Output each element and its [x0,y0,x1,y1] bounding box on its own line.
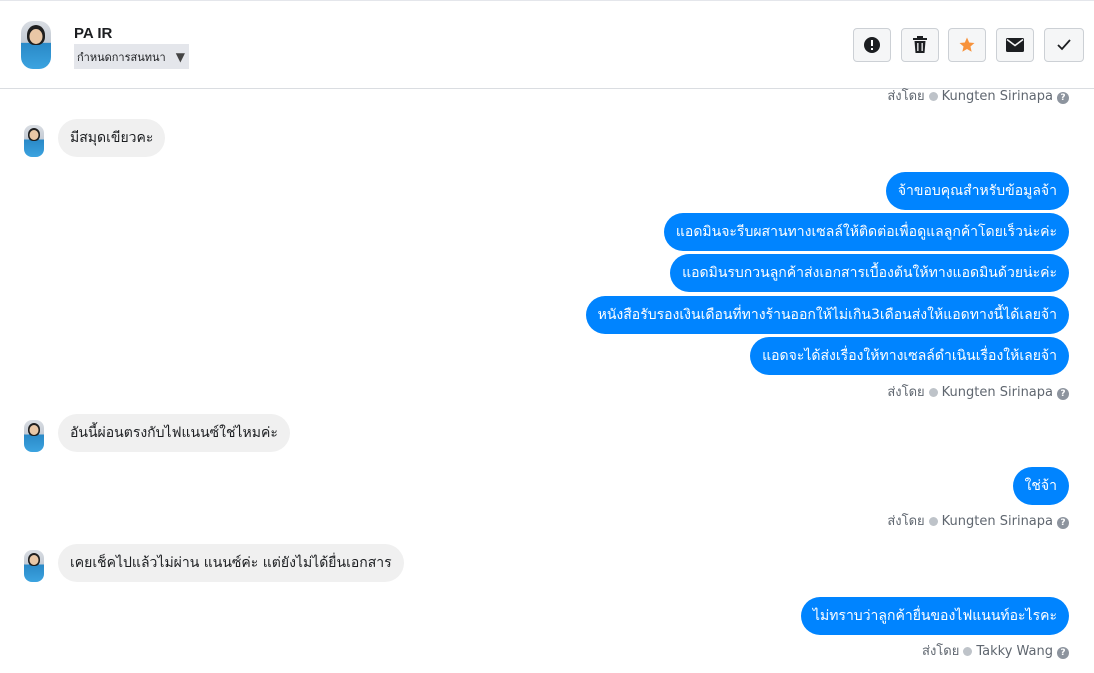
mark-done-button[interactable] [1044,28,1084,62]
checkmark-icon [1057,39,1071,51]
sent-by-prefix: ส่งโดย [887,89,925,104]
incoming-message[interactable]: อันนี้ผ่อนตรงกับไฟแนนซ์ใช่ไหมค่ะ [58,414,290,452]
sent-by-prefix: ส่งโดย [922,644,960,659]
conversation-header: PA IR กำหนดการสนทนา ▼ [0,0,1094,89]
outgoing-message[interactable]: ไม่ทราบว่าลูกค้ายื่นของไฟแนนท์อะไรคะ [800,597,1069,635]
help-icon[interactable]: ? [1057,92,1069,104]
contact-name[interactable]: PA IR [74,25,112,42]
outgoing-message[interactable]: หนังสือรับรองเงินเดือนที่ทางร้านออกให้ไม… [585,296,1069,334]
trash-icon [913,36,927,53]
contact-avatar[interactable] [21,21,51,69]
help-icon[interactable]: ? [1057,647,1069,659]
star-icon [959,37,975,52]
verified-icon [928,517,938,526]
sent-by-label: ส่งโดย Kungten Sirinapa? [887,510,1069,531]
sent-by-label: ส่งโดย Kungten Sirinapa? [887,85,1069,106]
outgoing-message[interactable]: แอดจะได้ส่งเรื่องให้ทางเซลล์ดำเนินเรื่อง… [750,337,1069,375]
sent-by-prefix: ส่งโดย [887,514,925,529]
sent-by-label: ส่งโดย Takky Wang? [922,640,1069,661]
star-button[interactable] [948,28,986,62]
sent-by-name[interactable]: Kungten Sirinapa [942,89,1053,104]
sent-by-name[interactable]: Kungten Sirinapa [942,385,1053,400]
outgoing-message[interactable]: แอดมินจะรีบผสานทางเซลล์ให้ติดต่อเพื่อดูแ… [663,213,1069,251]
help-icon[interactable]: ? [1057,388,1069,400]
verified-icon [928,92,938,101]
outgoing-message[interactable]: จ้าขอบคุณสำหรับข้อมูลจ้า [885,172,1069,210]
sender-avatar[interactable] [24,125,44,157]
verified-icon [963,647,973,656]
sent-by-label: ส่งโดย Kungten Sirinapa? [887,381,1069,402]
verified-icon [928,388,938,397]
sent-by-name[interactable]: Kungten Sirinapa [942,514,1053,529]
caret-down-icon: ▼ [175,50,185,64]
incoming-message[interactable]: มีสมุดเขียวคะ [58,119,166,157]
sent-by-prefix: ส่งโดย [887,385,925,400]
envelope-icon [1006,38,1024,52]
assign-conversation-dropdown[interactable]: กำหนดการสนทนา ▼ [74,44,189,69]
delete-button[interactable] [901,28,939,62]
exclamation-icon [864,37,880,53]
help-icon[interactable]: ? [1057,517,1069,529]
assign-conversation-label: กำหนดการสนทนา [77,51,166,64]
sent-by-name[interactable]: Takky Wang [976,644,1053,659]
sender-avatar[interactable] [24,550,44,582]
sender-avatar[interactable] [24,420,44,452]
incoming-message[interactable]: เคยเช็คไปแล้วไม่ผ่าน แนนซ์ค่ะ แต่ยังไม่ไ… [58,544,404,582]
outgoing-message[interactable]: ใช่จ้า [1012,467,1069,505]
mark-spam-button[interactable] [853,28,891,62]
mark-unread-button[interactable] [996,28,1034,62]
outgoing-message[interactable]: แอดมินรบกวนลูกค้าส่งเอกสารเบื้องต้นให้ทา… [670,254,1069,292]
